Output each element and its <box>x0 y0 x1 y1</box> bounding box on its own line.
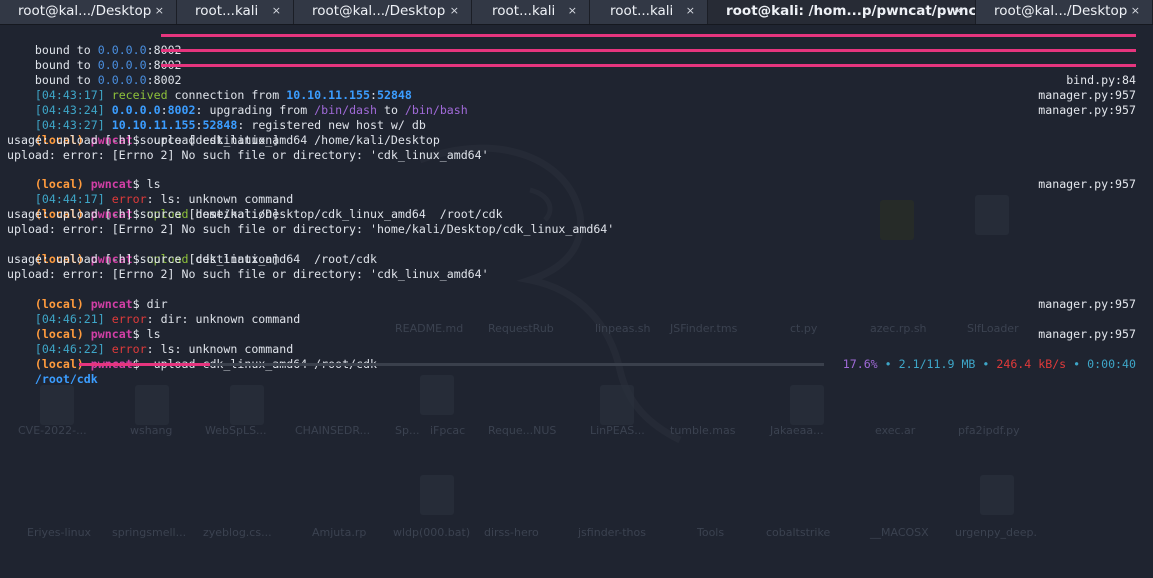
tab-label: root@kal.../Desktop <box>18 3 152 19</box>
prompt-line: (local) pwncat$ ls <box>34 326 161 341</box>
log-line: [04:43:27] 10.10.11.155:52848: registere… <box>34 102 1136 132</box>
rule-bar <box>161 34 1136 37</box>
close-icon[interactable]: × <box>568 0 577 22</box>
desktop-label: LinPEAS... <box>590 424 645 437</box>
tab-label: root@kal.../Desktop <box>312 3 446 19</box>
desktop-label: Amjuta.rp <box>312 526 367 539</box>
desktop-label: urgenpy_deep. <box>955 526 1038 539</box>
tab-bar: root@kal.../Desktop × root...kali × root… <box>0 0 1153 25</box>
progress-percent: 17.6% <box>842 356 878 371</box>
tab-3[interactable]: root@kal.../Desktop × <box>294 0 472 24</box>
tab-6-active[interactable]: root@kali: /hom...p/pwncat/pwncat × <box>708 0 976 24</box>
log-line: [04:43:24] 0.0.0.0:8002: upgrading from … <box>34 87 1136 117</box>
progress-path: /root/cdk <box>34 371 98 386</box>
desktop-label: WebSpLS... <box>205 424 267 437</box>
desktop-label: zyeblog.cs... <box>203 526 272 539</box>
log-line: [04:43:17] received connection from 10.1… <box>34 72 1136 102</box>
log-line: [04:46:22] error: ls: unknown command ma… <box>34 326 1136 356</box>
progress-size: 2.1/11.9 MB <box>898 356 976 371</box>
terminal-line: bound to 0.0.0.0:8002 <box>7 28 1147 57</box>
desktop-file-icon <box>230 385 264 425</box>
terminal-line: upload: error: [Errno 2] No such file or… <box>7 147 489 162</box>
tab-label: root@kal.../Desktop <box>994 3 1128 19</box>
upload-progress-line: /root/cdk 17.6% • 2.1/11.9 MB • 246.4 kB… <box>7 356 1147 386</box>
progress-stats: 17.6% • 2.1/11.9 MB • 246.4 kB/s • 0:00:… <box>842 356 1136 371</box>
close-icon[interactable]: × <box>686 0 695 22</box>
close-icon[interactable]: × <box>450 0 459 22</box>
desktop-file-icon <box>600 385 634 425</box>
desktop-file-icon <box>40 385 74 425</box>
terminal-line: usage: upload [-h] source [destination] <box>7 252 280 267</box>
tab-4[interactable]: root...kali × <box>472 0 590 24</box>
desktop-label: Eriyes-linux <box>27 526 92 539</box>
desktop-file-icon <box>420 475 454 515</box>
log-source: manager.py:957 <box>1038 87 1136 102</box>
desktop-file-icon <box>790 385 824 425</box>
tab-7[interactable]: root@kal.../Desktop × <box>976 0 1153 24</box>
log-line: [04:44:17] error: ls: unknown command ma… <box>34 177 1136 207</box>
desktop-label: wshang <box>130 424 173 437</box>
tab-5[interactable]: root...kali × <box>590 0 708 24</box>
prompt-line: (local) pwncat$ upload home/kali/Desktop… <box>34 207 503 222</box>
terminal-output[interactable]: bound to 0.0.0.0:8002 bound to 0.0.0.0:8… <box>7 28 1147 386</box>
desktop-label: Sp... <box>395 424 420 437</box>
desktop-file-icon <box>420 375 454 415</box>
desktop-label: exec.ar <box>875 424 916 437</box>
tab-2[interactable]: root...kali × <box>177 0 294 24</box>
log-line: [04:46:21] error: dir: unknown command m… <box>34 296 1136 326</box>
rule-bar <box>161 63 1136 67</box>
terminal-line: upload: error: [Errno 2] No such file or… <box>7 222 615 237</box>
prompt-line: (local) pwncat$ ls <box>34 177 161 192</box>
close-icon[interactable]: × <box>272 0 281 22</box>
desktop-label: iFpcac <box>430 424 466 437</box>
terminal-line: bound to 0.0.0.0:8002 <box>7 43 1147 72</box>
prompt-line: (local) pwncat$ dir <box>34 296 168 311</box>
rule-bar <box>161 48 1136 52</box>
desktop-label: wldp(000.bat) <box>393 526 471 539</box>
desktop-label: jsfinder-thos <box>578 526 646 539</box>
desktop-label: Tools <box>697 526 725 539</box>
tab-label: root@kali: /hom...p/pwncat/pwncat <box>726 3 976 19</box>
desktop-label: Jakaeaa... <box>770 424 824 437</box>
desktop-file-icon <box>135 385 169 425</box>
terminal-line: usage: upload [-h] source [destination] <box>7 207 280 222</box>
progress-eta: 0:00:40 <box>1087 356 1136 371</box>
desktop-label: Reque...NUS <box>488 424 557 437</box>
tab-label: root...kali <box>492 3 556 19</box>
tab-1[interactable]: root@kal.../Desktop × <box>0 0 177 24</box>
prompt-line: (local) pwncat$ upload cdk_linux_amd64 /… <box>7 342 1147 371</box>
desktop-label: __MACOSX <box>870 526 929 539</box>
tab-label: root...kali <box>610 3 674 19</box>
close-icon[interactable]: × <box>954 0 963 22</box>
log-source: manager.py:957 <box>1038 326 1136 341</box>
terminal-line: bound to 0.0.0.0:8002 <box>7 58 1147 87</box>
desktop-label: springsmell... <box>112 526 187 539</box>
desktop-label: pfa2ipdf.py <box>958 424 1020 437</box>
log-source: bind.py:84 <box>1066 72 1136 87</box>
progress-speed: 246.4 kB/s <box>996 356 1067 371</box>
desktop-label: dirss-hero <box>484 526 539 539</box>
close-icon[interactable]: × <box>1131 0 1140 22</box>
terminal-line: upload: error: [Errno 2] No such file or… <box>7 267 489 281</box>
log-source: manager.py:957 <box>1038 296 1136 311</box>
desktop-label: cobaltstrike <box>766 526 831 539</box>
log-source: manager.py:957 <box>1038 102 1136 117</box>
terminal-line: usage: upload [-h] source [destination] <box>7 132 280 147</box>
prompt-line: (local) pwncat$ upload cdk_linux_amd64 /… <box>34 252 377 267</box>
log-source: manager.py:957 <box>1038 177 1136 192</box>
desktop-label: CHAINSEDR... <box>295 424 371 437</box>
desktop-label: tumble.mas <box>670 424 736 437</box>
tab-label: root...kali <box>195 3 259 19</box>
prompt-line: (local) pwncat$ upload cdk_linux_amd64 /… <box>34 132 440 147</box>
close-icon[interactable]: × <box>155 0 164 22</box>
desktop-file-icon <box>980 475 1014 515</box>
progress-fill <box>79 362 210 366</box>
